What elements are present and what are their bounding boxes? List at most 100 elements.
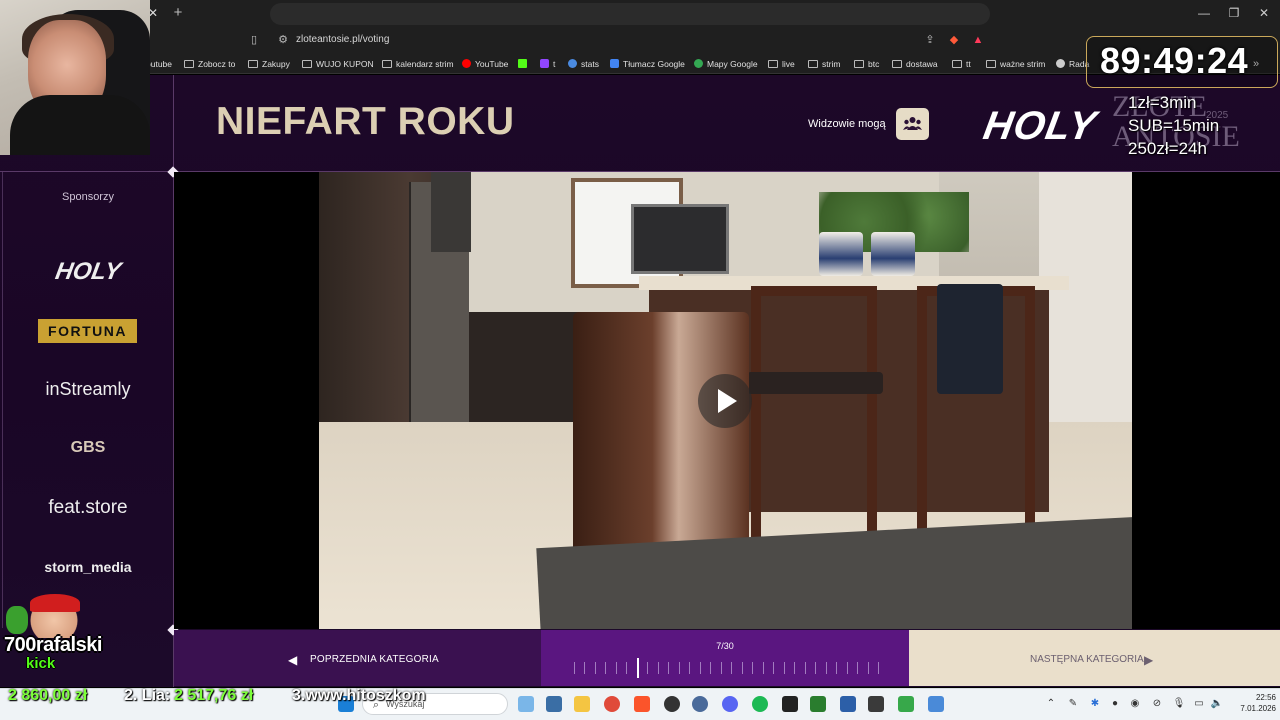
viewers-button[interactable]: [896, 108, 929, 140]
video-frame: [871, 232, 915, 276]
kick-label: kick: [26, 655, 56, 672]
app-icon[interactable]: [898, 696, 914, 712]
folder-icon: [184, 60, 194, 68]
brave-shield-icon[interactable]: ◆: [946, 32, 962, 48]
bookmark-item[interactable]: WUJO KUPON: [302, 56, 374, 72]
play-icon: [718, 389, 737, 413]
kick-icon: [518, 59, 527, 68]
twitch-icon: [540, 59, 549, 68]
previous-category-label: POPRZEDNIA KATEGORIA: [310, 654, 439, 665]
app-icon[interactable]: [782, 696, 798, 712]
bookmark-item[interactable]: live: [768, 56, 795, 72]
bookmark-item[interactable]: ważne strim: [986, 56, 1045, 72]
ticker-item: 2. Lia:: [124, 687, 171, 704]
webcam-frame: [10, 95, 150, 155]
donation-ticker: 2 860,00 zł 2. Lia: 2 517,76 zł 3.www.hi…: [0, 686, 440, 706]
bookmark-item[interactable]: dostawa: [892, 56, 938, 72]
brave-rewards-icon[interactable]: ▲: [970, 32, 986, 48]
bookmark-item[interactable]: tt: [952, 56, 971, 72]
sponsor-logo-holy[interactable]: HOLY: [25, 256, 151, 288]
widgets-icon[interactable]: [518, 696, 534, 712]
brave-icon[interactable]: [634, 696, 650, 712]
bookmark-icon[interactable]: ▯: [246, 32, 262, 48]
progress-tick: [574, 662, 575, 674]
progress-tick: [742, 662, 743, 674]
ticker-item: 2 517,76 zł: [174, 687, 254, 704]
bookmark-item[interactable]: Mapy Google: [694, 56, 758, 72]
minimize-icon[interactable]: —: [1192, 5, 1216, 21]
volume-icon[interactable]: 🔈: [1210, 696, 1224, 712]
video-frame: [747, 372, 883, 394]
bookmark-item[interactable]: Zakupy: [248, 56, 290, 72]
webcam-overlay: [0, 0, 150, 155]
new-tab-button[interactable]: +: [170, 4, 186, 22]
tray-app-icon[interactable]: ⊘: [1150, 696, 1164, 712]
obs-icon[interactable]: [664, 696, 680, 712]
google-maps-icon: [694, 59, 703, 68]
site-icon: [1056, 59, 1065, 68]
url-field[interactable]: [270, 3, 990, 25]
bookmark-item[interactable]: Zobocz to: [184, 56, 235, 72]
ticker-item: 2 860,00 zł: [8, 687, 88, 704]
progress-tick: [773, 662, 774, 674]
url-text: zloteantosie.pl/voting: [296, 34, 390, 45]
bookmark-item[interactable]: Tłumacz Google: [610, 56, 685, 72]
app-icon[interactable]: [868, 696, 884, 712]
bookmark-item[interactable]: Rada: [1056, 56, 1089, 72]
microphone-icon[interactable]: 🎙: [1172, 696, 1186, 712]
window-close-icon[interactable]: ✕: [1252, 5, 1276, 21]
bookmark-item[interactable]: btc: [854, 56, 879, 72]
progress-tick: [689, 662, 690, 674]
bookmark-item[interactable]: [518, 56, 531, 72]
progress-tick: [752, 662, 753, 674]
bookmark-item[interactable]: stats: [568, 56, 599, 72]
folder-icon: [768, 60, 778, 68]
folder-icon: [248, 60, 258, 68]
progress-tick: [710, 662, 711, 674]
sponsor-logo-stormmedia[interactable]: storm_media: [28, 556, 148, 578]
file-explorer-icon[interactable]: [574, 696, 590, 712]
holy-logo: HOLY: [980, 104, 1101, 148]
share-icon[interactable]: ⇪: [922, 32, 938, 48]
viewers-label: Widzowie mogą: [808, 118, 886, 130]
tray-app-icon[interactable]: ◉: [1128, 696, 1142, 712]
app-icon[interactable]: [692, 696, 708, 712]
maximize-icon[interactable]: ❐: [1222, 5, 1246, 21]
play-button[interactable]: [698, 374, 752, 428]
progress-tick: [847, 662, 848, 674]
sponsor-logo-fortuna[interactable]: FORTUNA: [38, 319, 137, 343]
bookmark-item[interactable]: t: [540, 56, 555, 72]
sponsor-logo-featstore[interactable]: feat.store: [28, 496, 148, 520]
arrow-left-icon: ◀: [288, 653, 298, 667]
users-icon: [903, 117, 922, 130]
discord-icon[interactable]: [722, 696, 738, 712]
bookmark-item[interactable]: YouTube: [462, 56, 508, 72]
spotify-icon[interactable]: [752, 696, 768, 712]
streamer-name: 700rafalski: [4, 634, 102, 656]
progress-tick: [784, 662, 785, 674]
folder-icon: [892, 60, 902, 68]
app-icon[interactable]: [840, 696, 856, 712]
sponsor-logo-gbs[interactable]: GBS: [28, 437, 148, 459]
tray-overflow-icon[interactable]: ⌃: [1044, 696, 1058, 712]
task-view-icon[interactable]: [546, 696, 562, 712]
app-icon[interactable]: [928, 696, 944, 712]
tray-app-icon[interactable]: ●: [1108, 696, 1122, 712]
app-icon[interactable]: [810, 696, 826, 712]
bluetooth-icon[interactable]: ✱: [1088, 696, 1102, 712]
site-info-icon[interactable]: ⚙: [276, 32, 290, 48]
divider: [2, 172, 3, 628]
progress-counter: 7/30: [716, 641, 734, 651]
chrome-icon[interactable]: [604, 696, 620, 712]
clock-time: 22:56: [1255, 693, 1276, 702]
sponsor-logo-instreamly[interactable]: inStreamly: [28, 378, 148, 400]
taskbar-clock[interactable]: 22:56 7.01.2026: [1232, 692, 1276, 714]
progress-tick: [826, 662, 827, 674]
progress-tick: [857, 662, 858, 674]
bookmark-item[interactable]: strim: [808, 56, 840, 72]
pen-icon[interactable]: ✎: [1066, 696, 1080, 712]
bookmark-item[interactable]: kalendarz strim: [382, 56, 454, 72]
progress-tick: [584, 662, 585, 674]
folder-icon: [986, 60, 996, 68]
network-icon[interactable]: ▭: [1192, 696, 1206, 712]
